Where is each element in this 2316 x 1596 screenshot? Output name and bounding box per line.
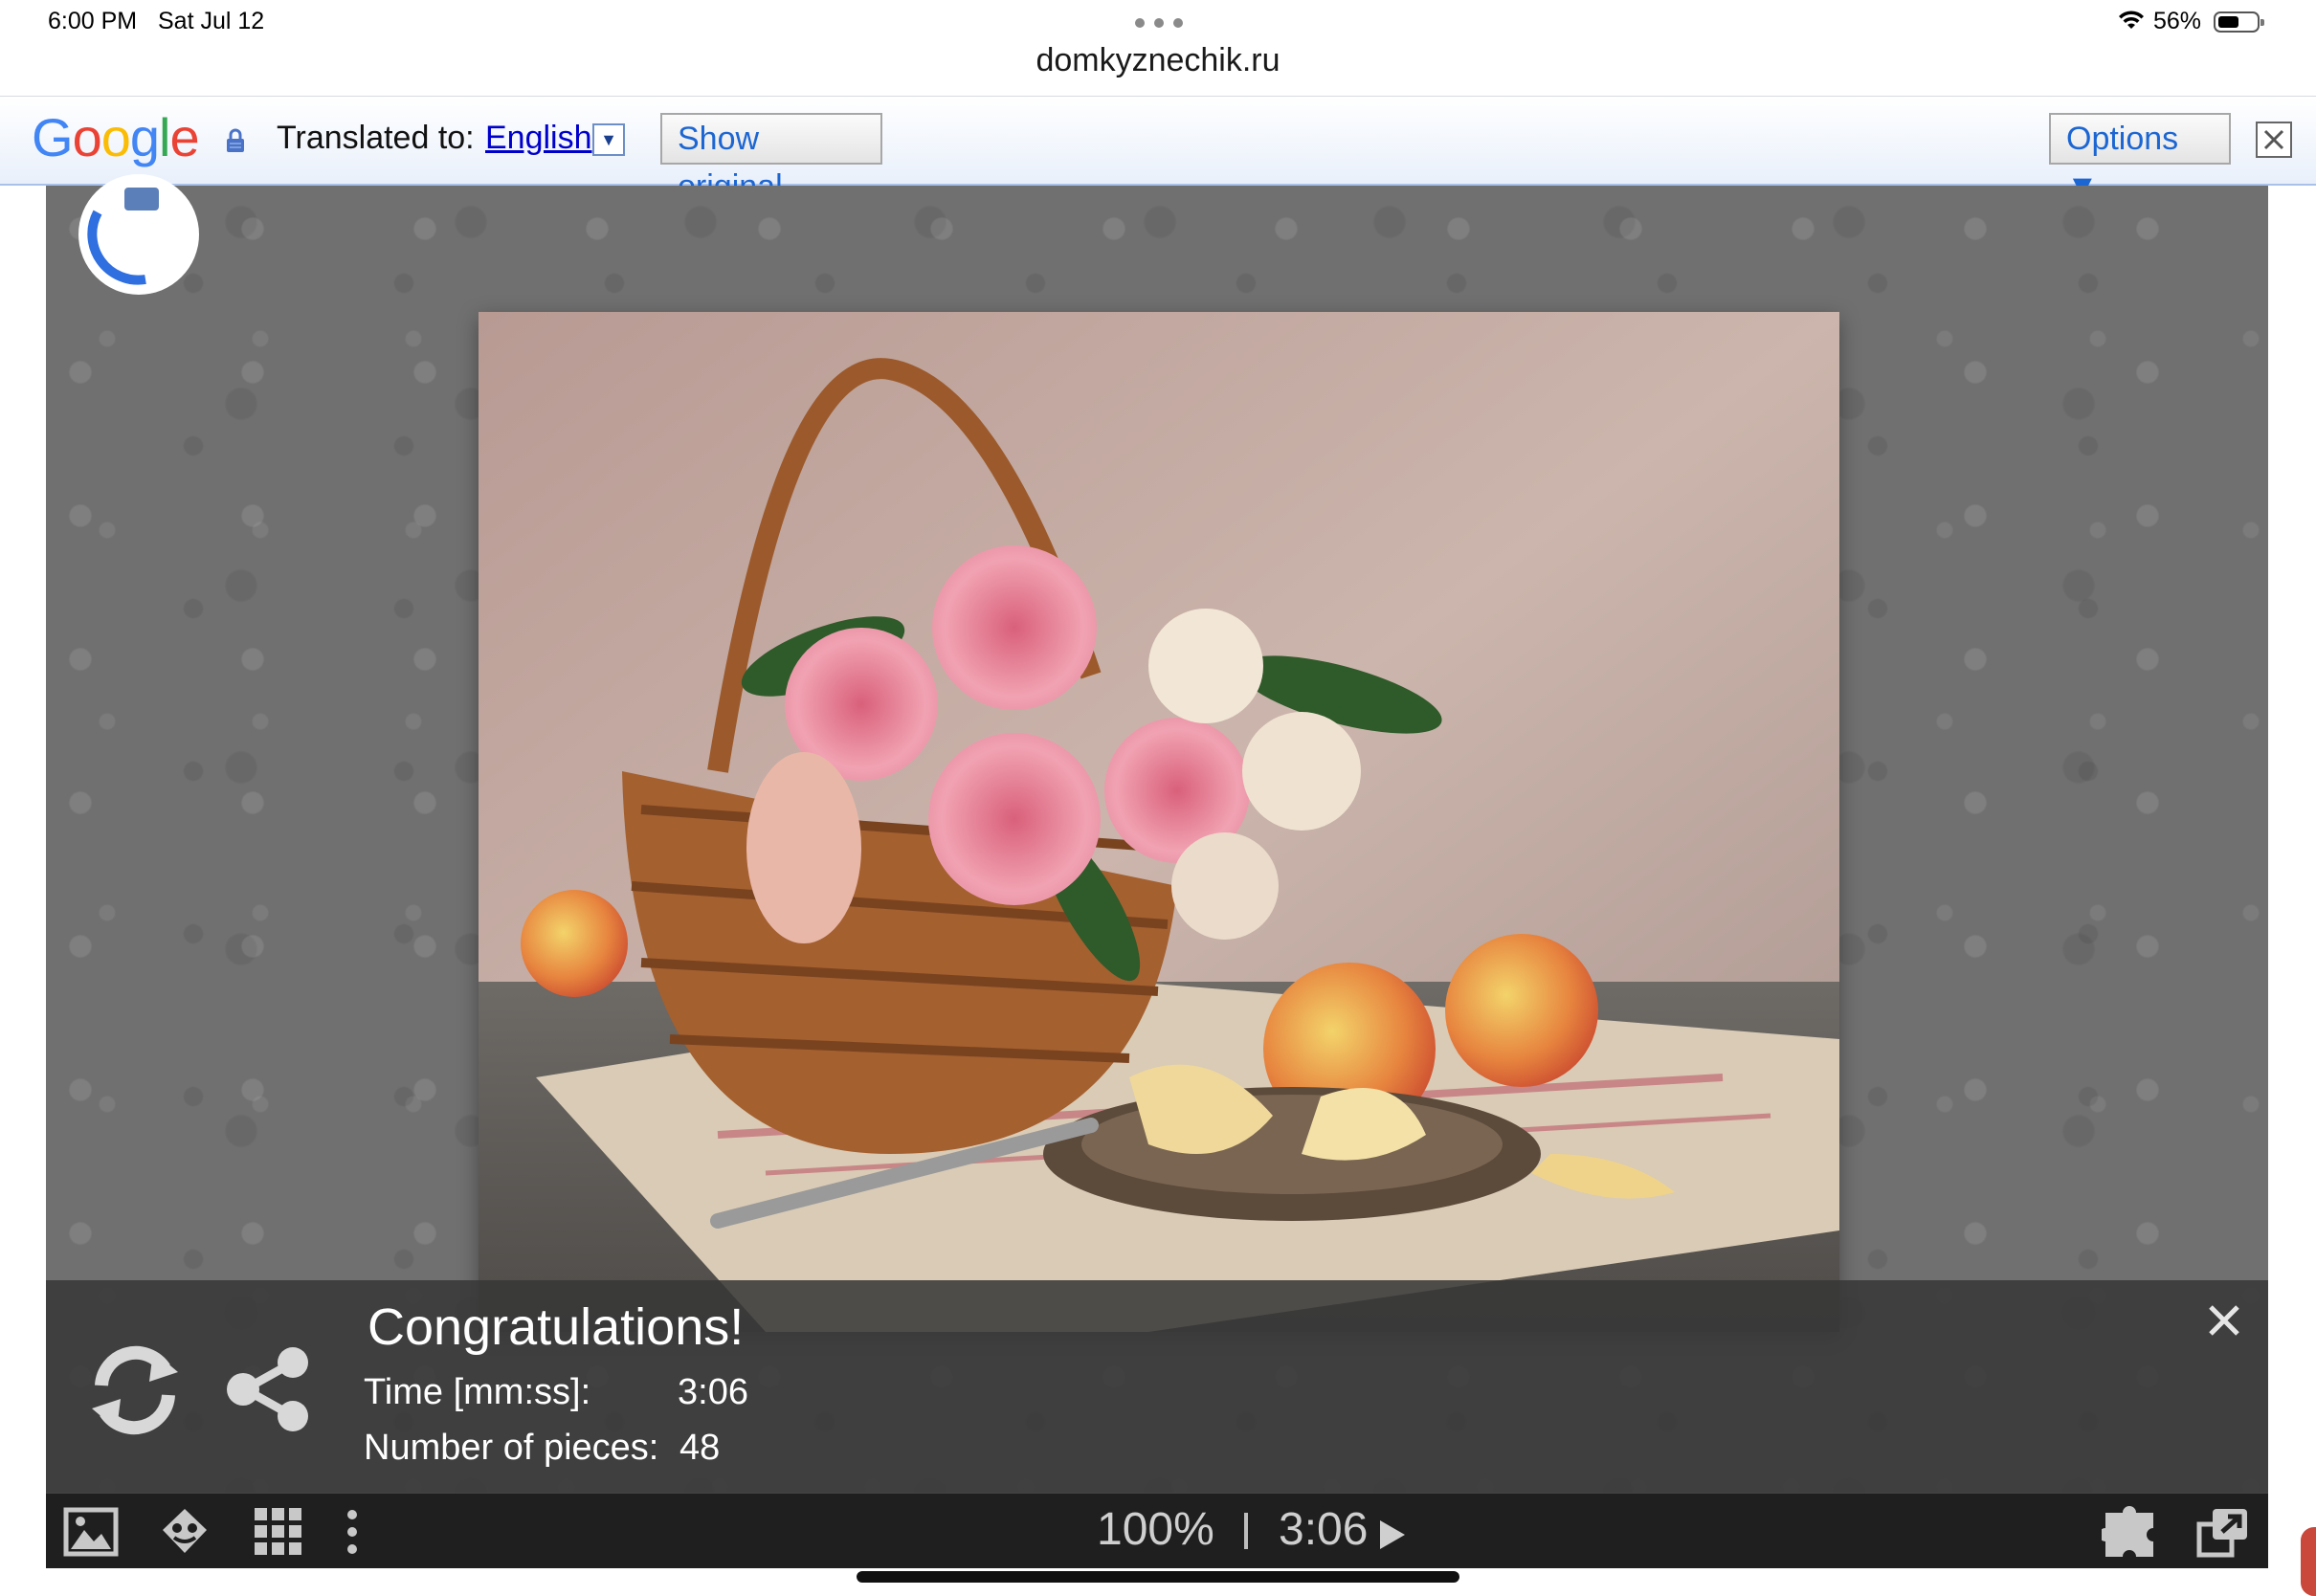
time-value: 3:06 xyxy=(678,1372,748,1412)
options-button[interactable]: Options ▼ xyxy=(2049,113,2231,205)
congratulations-panel: Congratulations! Time [mm:ss]: 3:06 Numb… xyxy=(46,1280,2268,1493)
pieces-value: 48 xyxy=(679,1428,721,1468)
timer: 3:06 xyxy=(1279,1504,1369,1555)
chat-bubble-icon[interactable] xyxy=(78,174,199,295)
close-translate-bar-button[interactable] xyxy=(2256,122,2292,158)
pieces-label: Number of pieces: xyxy=(364,1428,659,1468)
zoom-level: 100% xyxy=(1097,1504,1214,1555)
grid-icon[interactable] xyxy=(251,1505,306,1559)
close-icon[interactable] xyxy=(2205,1301,2243,1340)
more-icon[interactable] xyxy=(333,1505,371,1559)
language-link[interactable]: English xyxy=(485,120,592,157)
lock-icon xyxy=(227,128,244,152)
close-icon xyxy=(2263,129,2284,150)
share-icon[interactable] xyxy=(224,1345,312,1433)
puzzle-image xyxy=(479,312,1839,1332)
battery-icon xyxy=(2214,11,2264,33)
multitasking-dots-icon[interactable] xyxy=(1135,18,1183,28)
show-original-button[interactable]: Show original xyxy=(660,113,882,205)
puzzle-piece-icon[interactable] xyxy=(2102,1505,2157,1559)
status-date: Sat Jul 12 xyxy=(158,8,265,34)
congratulations-title: Congratulations! xyxy=(367,1298,745,1356)
translated-to-label: Translated to: xyxy=(277,120,475,156)
restart-icon[interactable] xyxy=(88,1343,182,1437)
battery-percent: 56% xyxy=(2153,8,2202,34)
status-time: 6:00 PM xyxy=(48,8,138,34)
toolbar-divider xyxy=(1244,1513,1248,1549)
wifi-icon xyxy=(2119,11,2144,29)
status-bar: 6:00 PM Sat Jul 12 56% domkyznechik.ru xyxy=(0,0,2316,96)
ghost-icon[interactable] xyxy=(157,1505,212,1559)
image-icon[interactable] xyxy=(63,1505,119,1559)
home-indicator[interactable] xyxy=(857,1571,1459,1583)
time-label: Time [mm:ss]: xyxy=(364,1372,591,1412)
address-bar-url[interactable]: domkyznechik.ru xyxy=(0,42,2316,79)
puzzle-toolbar: 100% 3:06 xyxy=(46,1493,2268,1568)
fullscreen-icon[interactable] xyxy=(2195,1505,2251,1559)
google-translate-bar: Google Translated to: English ▼ Show ori… xyxy=(0,96,2316,205)
google-logo: Google xyxy=(32,107,200,167)
language-dropdown-icon[interactable]: ▼ xyxy=(592,123,625,156)
edge-tab[interactable] xyxy=(2301,1527,2316,1596)
puzzle-stage: Congratulations! Time [mm:ss]: 3:06 Numb… xyxy=(46,174,2268,1568)
play-icon[interactable] xyxy=(1378,1518,1407,1551)
